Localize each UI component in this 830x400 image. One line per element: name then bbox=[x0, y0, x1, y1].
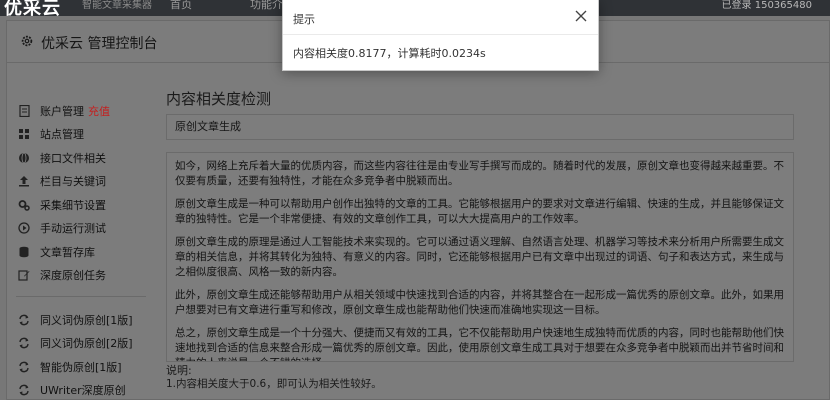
article-title-input[interactable]: 原创文章生成 bbox=[166, 114, 794, 140]
sidebar-item-collect-settings[interactable]: 采集细节设置 bbox=[18, 196, 106, 214]
sidebar-item-uwriter[interactable]: UWriter深度原创 bbox=[18, 381, 126, 399]
refresh-icon bbox=[18, 337, 30, 349]
sidebar-item-label: 接口文件相关 bbox=[40, 152, 106, 165]
nav-item-home[interactable]: 首页 bbox=[170, 0, 192, 12]
dialog-message: 内容相关度0.8177，计算耗时0.0234s bbox=[293, 47, 486, 60]
sidebar-item-article-store[interactable]: 文章暂存库 bbox=[18, 243, 95, 261]
content-paragraph: 原创文章生成的原理是通过人工智能技术来实现的。它可以通过语义理解、自然语言处理、… bbox=[175, 236, 784, 278]
sidebar-item-columns[interactable]: 栏目与关键词 bbox=[18, 172, 106, 190]
logo-subtitle: 智能文章采集器 bbox=[82, 0, 152, 11]
sidebar-item-label: 智能伪原创[1版] bbox=[40, 361, 122, 374]
sidebar-item-label: 站点管理 bbox=[40, 128, 84, 141]
sidebar-item-deep-original[interactable]: 深度原创任务 bbox=[18, 266, 106, 284]
refresh-icon bbox=[18, 314, 30, 326]
sidebar-item-smart-v1[interactable]: 智能伪原创[1版] bbox=[18, 358, 122, 376]
sidebar-item-label: 同义词伪原创[1版] bbox=[40, 314, 133, 327]
sidebar-item-synonym-v1[interactable]: 同义词伪原创[1版] bbox=[18, 311, 133, 329]
document-icon bbox=[18, 105, 30, 117]
sidebar-item-label: 栏目与关键词 bbox=[40, 175, 106, 188]
edit-icon bbox=[18, 269, 30, 281]
sidebar-item-interface[interactable]: 接口文件相关 bbox=[18, 149, 106, 167]
content-paragraph: 此外，原创文章生成还能够帮助用户从相关领域中快速找到合适的内容，并将其整合在一起… bbox=[175, 289, 784, 316]
site-logo[interactable]: 优采云 bbox=[4, 0, 61, 16]
gear-icon bbox=[21, 35, 33, 47]
sidebar-item-label: 深度原创任务 bbox=[40, 269, 106, 282]
sidebar-item-label: 同义词伪原创[2版] bbox=[40, 337, 133, 350]
content-paragraph: 原创文章生成是一种可以帮助用户创作出独特的文章的工具。它能够根据用户的要求对文章… bbox=[175, 198, 784, 225]
section-title: 内容相关度检测 bbox=[166, 90, 272, 108]
cogs-icon bbox=[18, 199, 30, 211]
dialog-title: 提示 bbox=[293, 13, 315, 26]
dialog-divider bbox=[283, 34, 598, 35]
sidebar-item-label: UWriter深度原创 bbox=[40, 384, 126, 397]
refresh-icon bbox=[18, 361, 30, 373]
recharge-link[interactable]: 充值 bbox=[88, 103, 110, 119]
sidebar-item-label: 文章暂存库 bbox=[40, 246, 95, 259]
database-icon bbox=[18, 246, 30, 258]
sidebar-item-label: 手动运行测试 bbox=[40, 222, 106, 235]
sidebar-item-label: 账户管理 bbox=[40, 105, 84, 118]
refresh-icon bbox=[18, 384, 30, 396]
play-icon bbox=[18, 222, 30, 234]
sidebar-item-account[interactable]: 账户管理 充值 bbox=[18, 102, 110, 120]
globe-icon bbox=[18, 152, 30, 164]
user-info: 已登录 150365480 bbox=[721, 0, 812, 11]
grid-icon bbox=[18, 128, 30, 140]
sidebar-item-synonym-v2[interactable]: 同义词伪原创[2版] bbox=[18, 334, 133, 352]
upload-icon bbox=[18, 175, 30, 187]
sidebar-item-manual-run[interactable]: 手动运行测试 bbox=[18, 219, 106, 237]
sidebar-item-label: 采集细节设置 bbox=[40, 199, 106, 212]
content-paragraph: 总之，原创文章生成是一个十分强大、便捷而又有效的工具，它不仅能帮助用户快速地生成… bbox=[175, 327, 784, 361]
sidebar-divider bbox=[16, 296, 146, 297]
alert-dialog: 提示 内容相关度0.8177，计算耗时0.0234s bbox=[282, 0, 599, 71]
article-content-textarea[interactable]: 如今，网络上充斥着大量的优质内容，而这些内容往往是由专业写手撰写而成的。随着时代… bbox=[166, 152, 794, 362]
sidebar-item-sites[interactable]: 站点管理 bbox=[18, 125, 84, 143]
panel-title: 优采云 管理控制台 bbox=[41, 36, 158, 52]
content-paragraph: 如今，网络上充斥着大量的优质内容，而这些内容往往是由专业写手撰写而成的。随着时代… bbox=[175, 160, 784, 187]
close-icon[interactable] bbox=[574, 9, 588, 23]
note-line: 1.内容相关度大于0.6，即可认为相关性较好。 bbox=[166, 378, 382, 390]
